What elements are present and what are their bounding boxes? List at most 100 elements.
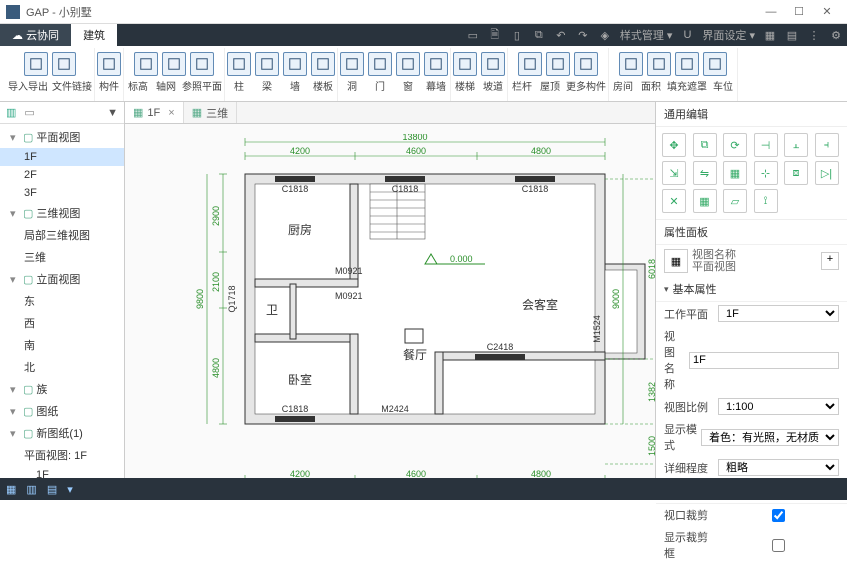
tb-more-icon[interactable]: ⋮	[803, 24, 825, 46]
sel-display[interactable]: 着色：有光照，无材质	[701, 429, 839, 446]
status-layers-icon[interactable]: ▤	[47, 483, 57, 496]
maximize-button[interactable]: ☐	[785, 5, 813, 18]
collapse-icon: ▾	[664, 284, 669, 295]
tb-layers-icon[interactable]: ▤	[781, 24, 803, 46]
status-grid2-icon[interactable]: ▥	[26, 483, 36, 496]
doctab-1f[interactable]: ▦ 1F ×	[125, 102, 184, 123]
ribbon-label: 墙	[283, 78, 307, 93]
ribbon-btn-2-2[interactable]	[190, 52, 214, 76]
ribbon-btn-2-0[interactable]	[134, 52, 158, 76]
style-manager[interactable]: 样式管理 ▾	[616, 27, 677, 43]
tool-join-icon[interactable]: ⧈	[784, 161, 808, 185]
tree-group-0[interactable]: ▾▢ 平面视图	[0, 126, 124, 148]
tool-align3-icon[interactable]: ⫞	[815, 133, 839, 157]
tool-copy-icon[interactable]: ⧉	[693, 133, 717, 157]
close-button[interactable]: ✕	[813, 5, 841, 18]
chk-crop[interactable]	[718, 509, 839, 522]
ribbon-btn-7-0[interactable]	[619, 52, 643, 76]
status-grid-icon[interactable]: ▦	[6, 483, 16, 496]
ribbon-btn-4-0[interactable]	[340, 52, 364, 76]
ribbon-btn-6-2[interactable]	[574, 52, 598, 76]
chk-cropshow[interactable]	[718, 539, 839, 552]
minimize-button[interactable]: —	[757, 6, 785, 18]
ribbon-btn-3-3[interactable]	[311, 52, 335, 76]
tool-array-icon[interactable]: ▦	[723, 161, 747, 185]
ribbon-btn-4-3[interactable]	[424, 52, 448, 76]
tool-split-icon[interactable]: ⊹	[754, 161, 778, 185]
close-tab-icon[interactable]: ×	[168, 107, 174, 119]
tool-plane-icon[interactable]: ▱	[723, 189, 747, 213]
ribbon-btn-4-2[interactable]	[396, 52, 420, 76]
tree-sub-0[interactable]: 1F	[0, 466, 124, 478]
svg-text:4800: 4800	[531, 469, 551, 478]
ribbon-btn-3-2[interactable]	[283, 52, 307, 76]
tb-style-icon[interactable]: ◈	[594, 24, 616, 46]
tool-move-icon[interactable]: ✥	[662, 133, 686, 157]
tree-group-1[interactable]: ▾▢ 三维视图	[0, 202, 124, 224]
cloud-tab[interactable]: ☁ 云协同	[0, 24, 71, 46]
tb-grid-icon[interactable]: ▦	[759, 24, 781, 46]
ribbon-btn-5-0[interactable]	[453, 52, 477, 76]
tab-architecture[interactable]: 建筑	[71, 24, 117, 46]
tb-doc-icon[interactable]: 🗎	[484, 24, 506, 46]
tool-offset-icon[interactable]: ⇲	[662, 161, 686, 185]
ribbon-btn-7-1[interactable]	[647, 52, 671, 76]
tree-item-1-1[interactable]: 三维	[0, 246, 124, 268]
ribbon-btn-2-1[interactable]	[162, 52, 186, 76]
tree-item-1-0[interactable]: 局部三维视图	[0, 224, 124, 246]
tb-redo-icon[interactable]: ↷	[572, 24, 594, 46]
drawing-canvas[interactable]: 13800 4200 4600 4800	[125, 124, 655, 478]
tree-group-2[interactable]: ▾▢ 立面视图	[0, 268, 124, 290]
tool-rotate-icon[interactable]: ⟳	[723, 133, 747, 157]
tb-icon-1[interactable]: ▭	[462, 24, 484, 46]
ribbon-btn-3-0[interactable]	[227, 52, 251, 76]
ribbon-btn-0-0[interactable]	[24, 52, 48, 76]
inp-viewname[interactable]	[689, 352, 839, 369]
tool-grid-icon[interactable]: ▦	[693, 189, 717, 213]
view-settings[interactable]: 界面设定 ▾	[698, 27, 759, 43]
tree-item-2-0[interactable]: 东	[0, 290, 124, 312]
tree-group-4[interactable]: ▾▢ 图纸	[0, 400, 124, 422]
ribbon-btn-1-0[interactable]	[97, 52, 121, 76]
sel-scale[interactable]: 1:100	[718, 398, 839, 415]
tree-item-0-2[interactable]: 3F	[0, 184, 124, 202]
ribbon-btn-5-1[interactable]	[481, 52, 505, 76]
sel-detail[interactable]: 粗略	[718, 459, 839, 476]
tree-group-3[interactable]: ▾▢ 族	[0, 378, 124, 400]
tool-delete-icon[interactable]: ✕	[662, 189, 686, 213]
tree-item-2-1[interactable]: 西	[0, 312, 124, 334]
section-basic[interactable]: ▾基本属性	[656, 277, 847, 302]
tree-item-2-2[interactable]: 南	[0, 334, 124, 356]
filter-icon[interactable]: ▼	[107, 107, 118, 119]
panel-list-icon[interactable]: ▥	[6, 106, 16, 119]
ribbon-btn-6-1[interactable]	[546, 52, 570, 76]
svg-text:M0921: M0921	[335, 291, 363, 301]
tree-item-2-3[interactable]: 北	[0, 356, 124, 378]
tb-undo-icon[interactable]: ↶	[550, 24, 572, 46]
ribbon-btn-0-1[interactable]	[52, 52, 76, 76]
tb-page-icon[interactable]: ▯	[506, 24, 528, 46]
tree-group-5[interactable]: ▾▢ 新图纸(1)	[0, 422, 124, 444]
tb-copy-icon[interactable]: ⧉	[528, 24, 550, 46]
tool-mirror-icon[interactable]: ⇋	[693, 161, 717, 185]
tool-align2-icon[interactable]: ⫠	[784, 133, 808, 157]
panel-grid-icon[interactable]: ▭	[24, 106, 34, 119]
tool-end-icon[interactable]: ▷|	[815, 161, 839, 185]
tree-item-5-0[interactable]: 平面视图: 1F	[0, 444, 124, 466]
doctab-3d[interactable]: ▦ 三维	[184, 102, 237, 123]
svg-text:9800: 9800	[195, 289, 205, 309]
ribbon-label: 栏杆	[510, 78, 534, 93]
ribbon-btn-4-1[interactable]	[368, 52, 392, 76]
ribbon-btn-6-0[interactable]	[518, 52, 542, 76]
tree-item-0-0[interactable]: 1F	[0, 148, 124, 166]
tool-align-icon[interactable]: ⊣	[754, 133, 778, 157]
add-button[interactable]: +	[821, 252, 839, 270]
ribbon-btn-7-3[interactable]	[703, 52, 727, 76]
sel-workplane[interactable]: 1F	[718, 305, 839, 322]
ribbon-btn-7-2[interactable]	[675, 52, 699, 76]
tb-u-icon[interactable]: U	[676, 24, 698, 46]
tree-item-0-1[interactable]: 2F	[0, 166, 124, 184]
tb-gear-icon[interactable]: ⚙	[825, 24, 847, 46]
ribbon-btn-3-1[interactable]	[255, 52, 279, 76]
tool-measure-icon[interactable]: ⟟	[754, 189, 778, 213]
